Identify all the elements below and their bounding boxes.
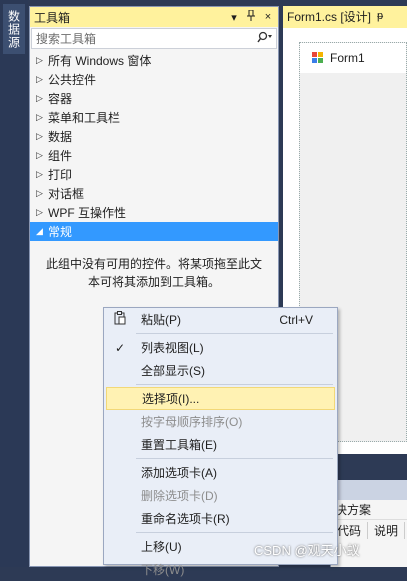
chevron-right-icon: ▷ — [36, 131, 43, 141]
toolbox-search-input[interactable]: 搜索工具箱 — [31, 28, 277, 49]
menu-item-label: 列表视图(L) — [141, 341, 204, 355]
group-label: 菜单和工具栏 — [48, 111, 121, 125]
side-tab-strip: 数据源 — [0, 0, 28, 567]
toolbox-group-list: ▷ 所有 Windows 窗体 ▷ 公共控件 ▷ 容器 ▷ 菜单和工具栏 ▷ 数据 ▷ 组件… — [30, 51, 278, 241]
panel-header — [331, 480, 407, 500]
chevron-right-icon: ▷ — [36, 74, 43, 84]
empty-message-line2: 本可将其添加到工具箱。 — [87, 275, 220, 289]
menu-item-label: 添加选项卡(A) — [141, 466, 217, 480]
chevron-down-icon: ◢ — [36, 226, 43, 236]
column-headers: 代码 说明 — [331, 520, 407, 540]
chevron-right-icon: ▷ — [36, 93, 43, 103]
menu-item-label: 按字母顺序排序(O) — [141, 415, 243, 429]
pin-icon[interactable]: ᵽ — [377, 10, 383, 22]
dropdown-icon[interactable]: ▾ — [227, 11, 241, 24]
menu-item-paste[interactable]: 粘贴(P) Ctrl+V — [104, 308, 337, 331]
menu-item-label: 粘贴(P) — [141, 313, 181, 327]
menu-item-add-tab[interactable]: 添加选项卡(A) — [104, 461, 337, 484]
chevron-right-icon: ▷ — [36, 207, 43, 217]
menu-item-rename-tab[interactable]: 重命名选项卡(R) — [104, 507, 337, 530]
menu-item-label: 全部显示(S) — [141, 364, 205, 378]
menu-item-label: 上移(U) — [141, 540, 182, 554]
panel-row: 决方案 — [331, 500, 407, 520]
context-menu: 粘贴(P) Ctrl+V ✓ 列表视图(L) 全部显示(S) 选择项(I)...… — [103, 307, 338, 577]
menu-item-label: 下移(W) — [141, 563, 185, 577]
menu-item-sort-alphabetically[interactable]: 按字母顺序排序(O) — [104, 410, 337, 433]
toolbox-titlebar: 工具箱 ▾ × — [30, 7, 278, 27]
group-label: 容器 — [48, 92, 73, 106]
menu-separator — [136, 333, 333, 334]
chevron-right-icon: ▷ — [36, 169, 43, 179]
form-icon — [312, 52, 324, 64]
group-label: 对话框 — [48, 187, 85, 201]
tab-data-sources-label: 数据源 — [6, 9, 21, 49]
menu-separator — [136, 532, 333, 533]
group-label: 打印 — [48, 168, 73, 182]
group-label: WPF 互操作性 — [48, 206, 126, 220]
tab-form1-design[interactable]: Form1.cs [设计] ᵽ — [283, 6, 407, 26]
chevron-right-icon: ▷ — [36, 150, 43, 160]
menu-item-reset-toolbox[interactable]: 重置工具箱(E) — [104, 433, 337, 456]
search-placeholder: 搜索工具箱 — [36, 32, 97, 46]
toolbox-group-menus-toolbars[interactable]: ▷ 菜单和工具栏 — [30, 108, 278, 127]
toolbox-empty-message: 此组中没有可用的控件。将某项拖至此文 本可将其添加到工具箱。 — [30, 255, 278, 291]
menu-separator — [136, 458, 333, 459]
menu-item-shortcut: Ctrl+V — [279, 312, 313, 327]
empty-message-line1: 此组中没有可用的控件。将某项拖至此文 — [45, 257, 262, 271]
group-label: 组件 — [48, 149, 73, 163]
chevron-right-icon: ▷ — [36, 112, 43, 122]
toolbox-group-data[interactable]: ▷ 数据 — [30, 127, 278, 146]
tab-data-sources[interactable]: 数据源 — [3, 4, 25, 54]
menu-item-show-all[interactable]: 全部显示(S) — [104, 359, 337, 382]
search-icon[interactable] — [254, 31, 276, 46]
menu-item-label: 删除选项卡(D) — [141, 489, 218, 503]
toolbox-group-common-controls[interactable]: ▷ 公共控件 — [30, 70, 278, 89]
chevron-right-icon: ▷ — [36, 55, 43, 65]
close-icon[interactable]: × — [261, 11, 275, 23]
menu-item-label: 选择项(I)... — [142, 392, 200, 406]
menu-item-choose-items[interactable]: 选择项(I)... — [106, 387, 335, 410]
toolbox-group-general[interactable]: ◢ 常规 — [30, 222, 278, 241]
toolbox-group-printing[interactable]: ▷ 打印 — [30, 165, 278, 184]
checkmark-icon: ✓ — [114, 340, 126, 355]
toolbox-title: 工具箱 — [34, 10, 71, 25]
tab-label: Form1.cs [设计] — [287, 9, 372, 24]
paste-icon — [112, 311, 128, 328]
menu-separator — [136, 384, 333, 385]
group-label: 数据 — [48, 130, 73, 144]
toolbox-group-wpf-interop[interactable]: ▷ WPF 互操作性 — [30, 203, 278, 222]
column-description[interactable]: 说明 — [368, 521, 406, 539]
menu-item-move-down[interactable]: 下移(W) — [104, 558, 337, 581]
chevron-right-icon: ▷ — [36, 188, 43, 198]
watermark-text: CSDN @观天小蚁 — [254, 543, 360, 558]
toolbox-group-components[interactable]: ▷ 组件 — [30, 146, 278, 165]
group-label: 所有 Windows 窗体 — [48, 54, 152, 68]
toolbox-group-dialogs[interactable]: ▷ 对话框 — [30, 184, 278, 203]
form1-titlebar: Form1 — [300, 43, 406, 73]
menu-item-label: 重置工具箱(E) — [141, 438, 217, 452]
menu-item-delete-tab[interactable]: 删除选项卡(D) — [104, 484, 337, 507]
toolbox-group-all-windows-forms[interactable]: ▷ 所有 Windows 窗体 — [30, 51, 278, 70]
pin-icon[interactable] — [244, 9, 258, 24]
menu-item-label: 重命名选项卡(R) — [141, 512, 230, 526]
toolbox-group-containers[interactable]: ▷ 容器 — [30, 89, 278, 108]
group-label: 公共控件 — [48, 73, 97, 87]
menu-item-list-view[interactable]: ✓ 列表视图(L) — [104, 336, 337, 359]
form1-title: Form1 — [330, 51, 365, 65]
group-label: 常规 — [48, 225, 73, 239]
